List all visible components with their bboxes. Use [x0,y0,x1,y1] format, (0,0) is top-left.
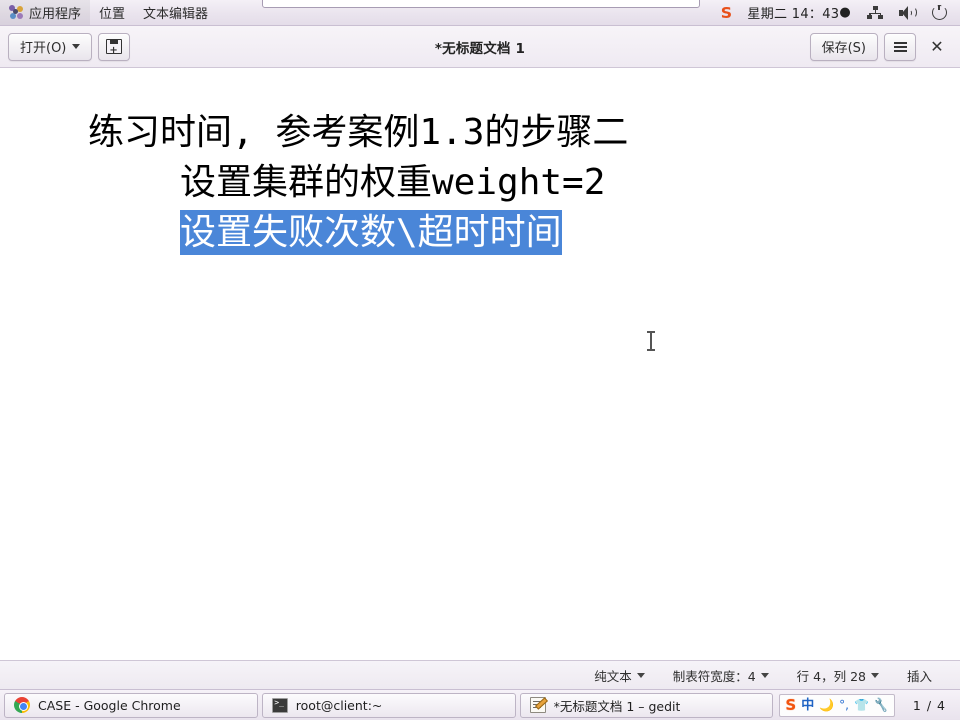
places-menu[interactable]: 位置 [90,0,134,25]
applications-menu[interactable]: 应用程序 [0,0,91,25]
text-editor-menu[interactable]: 文本编辑器 [134,0,217,25]
notification-dot-icon: ● [839,5,851,20]
desktop-screen: 应用程序 位置 文本编辑器 S 星期二 14：43 ● 打开(O) + *无标题… [0,0,960,720]
open-button-label: 打开(O) [20,41,67,56]
gedit-icon [529,697,546,713]
sogou-input-method-toolbar[interactable]: S 中 🌙 °, 👕 🔧 [779,693,895,717]
top-panel: 应用程序 位置 文本编辑器 S 星期二 14：43 ● [0,0,960,26]
terminal-icon [271,697,288,713]
shirt-icon[interactable]: 👕 [854,699,869,711]
document-line[interactable]: 练习时间, 参考案例1.3的步骤二 [88,108,628,158]
system-tray: S 星期二 14：43 ● [714,0,960,25]
taskbar-item-label: *无标题文档 1 – gedit [553,698,681,714]
volume-icon [899,5,917,20]
chrome-icon [14,697,30,713]
punctuation-icon[interactable]: °, [839,699,849,711]
hamburger-menu-icon [893,41,907,52]
sogou-language-mode[interactable]: 中 [801,699,814,712]
cursor-position-label: 行 4，列 28 [796,668,866,684]
taskbar-item-terminal[interactable]: root@client:~ [261,692,516,718]
wrench-icon[interactable]: 🔧 [873,697,890,713]
chevron-down-icon [72,44,81,49]
close-window-button[interactable]: ✕ [922,32,952,62]
document-line[interactable]: 设置集群的权重weight=2 [88,158,628,208]
syntax-highlight-selector[interactable]: 纯文本 [580,661,659,689]
status-bar: 纯文本 制表符宽度：4 行 4，列 28 插入 [0,660,960,689]
insert-mode-label: 插入 [906,668,932,684]
network-icon [867,6,883,19]
text-editor-menu-label: 文本编辑器 [143,7,209,22]
document-text[interactable]: 练习时间, 参考案例1.3的步骤二设置集群的权重weight=2 设置失败次数\超… [88,108,628,258]
save-as-icon [106,39,123,56]
selected-text: 设置失败次数\超时时间 [180,210,562,255]
chevron-down-icon [760,672,769,678]
places-menu-label: 位置 [99,7,126,22]
taskbar-item-label: root@client:~ [295,697,383,713]
insert-mode-indicator: 插入 [893,661,946,689]
close-icon: ✕ [930,37,944,56]
power-icon [932,5,947,20]
taskbar: CASE - Google Chrome root@client:~ *无标题文… [0,689,960,720]
power-menu[interactable] [925,0,954,25]
applications-menu-label: 应用程序 [29,7,82,22]
chevron-down-icon [870,672,879,678]
gnome-foot-icon [9,5,24,20]
partial-window-top [262,0,700,8]
sogou-logo-icon[interactable]: S [785,697,796,713]
mouse-text-cursor [647,331,655,351]
tab-width-label: 制表符宽度：4 [672,668,756,684]
taskbar-item-label: CASE - Google Chrome [38,697,181,713]
line-text: 练习时间, 参考案例1.3的步骤二 [88,112,629,153]
network-indicator[interactable] [860,0,890,25]
gedit-headerbar: 打开(O) *无标题文档 1 保存(S) ✕ [0,26,960,68]
chevron-down-icon [636,672,645,678]
tray-sogou-indicator[interactable]: S [714,0,739,25]
text-editor-area[interactable]: 练习时间, 参考案例1.3的步骤二设置集群的权重weight=2 设置失败次数\超… [0,68,960,660]
clock[interactable]: 星期二 14：43 ● [740,0,858,25]
save-button-label: 保存(S) [821,41,866,56]
document-line[interactable]: 设置失败次数\超时时间 [88,208,628,258]
clock-label: 星期二 14：43 [747,7,840,22]
panel-menu-group: 应用程序 位置 文本编辑器 [0,0,217,25]
taskbar-item-gedit[interactable]: *无标题文档 1 – gedit [519,692,774,718]
volume-indicator[interactable] [892,0,923,25]
open-button[interactable]: 打开(O) [8,32,93,61]
moon-icon[interactable]: 🌙 [819,699,834,711]
save-as-button[interactable] [98,32,131,61]
syntax-label: 纯文本 [594,668,632,684]
sogou-logo-icon: S [720,3,732,22]
main-menu-button[interactable] [884,32,916,61]
tab-width-selector[interactable]: 制表符宽度：4 [659,661,783,689]
headerbar-right-controls: 保存(S) ✕ [809,32,952,62]
cursor-position-indicator[interactable]: 行 4，列 28 [783,661,893,689]
workspace-indicator[interactable]: 1 / 4 [899,698,956,713]
headerbar-left-controls: 打开(O) [8,32,131,61]
taskbar-item-chrome[interactable]: CASE - Google Chrome [4,692,258,718]
line-text: 设置集群的权重weight=2 [180,162,606,203]
save-button[interactable]: 保存(S) [809,32,878,61]
